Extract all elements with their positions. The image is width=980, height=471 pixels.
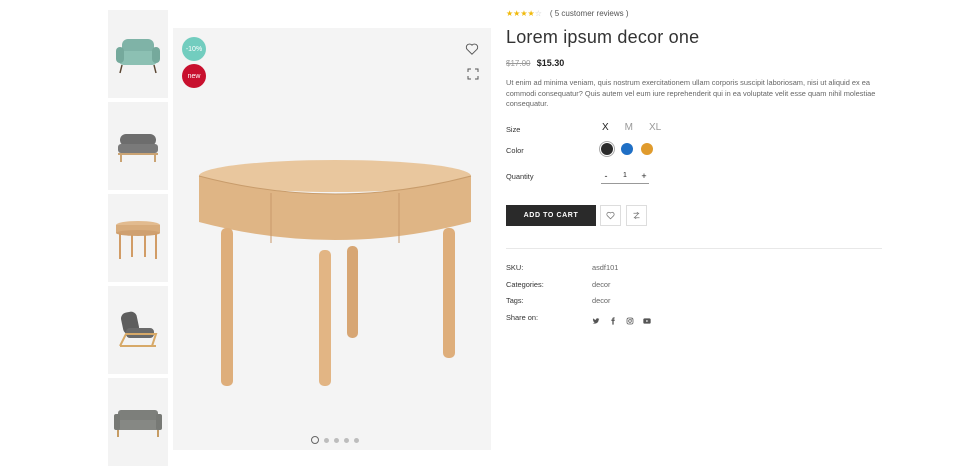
twitter-icon[interactable] — [592, 312, 600, 324]
sofa-image — [114, 410, 162, 437]
size-option-m[interactable]: M — [625, 122, 633, 133]
color-options — [601, 143, 653, 155]
thumbnail-lounge-chair[interactable] — [108, 286, 168, 374]
new-badge: new — [182, 64, 206, 88]
rating: ★★★★☆ ( 5 customer reviews ) — [506, 9, 629, 18]
rating-stars: ★★★★☆ — [506, 9, 542, 18]
color-swatch-orange[interactable] — [641, 143, 653, 155]
discount-badge: -10% — [182, 37, 206, 61]
color-label: Color — [506, 146, 524, 155]
youtube-icon[interactable] — [643, 312, 651, 324]
size-option-x[interactable]: X — [602, 122, 609, 133]
table-image — [116, 221, 160, 259]
compare-icon — [633, 211, 640, 220]
slider-dot[interactable] — [324, 437, 329, 443]
categories-label: Categories: — [506, 280, 544, 289]
quantity-decrease-button[interactable]: - — [601, 171, 611, 181]
product-title: Lorem ipsum decor one — [506, 27, 700, 47]
tag-link[interactable]: decor — [592, 296, 611, 305]
category-link[interactable]: decor — [592, 280, 611, 289]
product-main-image: -10% new — [173, 28, 491, 450]
slider-dot[interactable] — [344, 437, 349, 443]
thumbnail-armchair[interactable] — [108, 10, 168, 98]
add-to-wishlist-button[interactable] — [600, 205, 621, 226]
bench-image — [118, 134, 158, 162]
heart-icon — [606, 211, 615, 220]
sku-label: SKU: — [506, 263, 524, 272]
thumbnail-sofa[interactable] — [108, 378, 168, 466]
color-swatch-black[interactable] — [601, 143, 613, 155]
instagram-icon[interactable] — [626, 312, 634, 325]
thumbnail-bench[interactable] — [108, 102, 168, 190]
slider-dot[interactable] — [354, 437, 359, 443]
quantity-increase-button[interactable]: + — [639, 171, 649, 181]
facebook-icon[interactable] — [609, 312, 617, 325]
old-price: $17.00 — [506, 59, 531, 68]
reviews-link[interactable]: ( 5 customer reviews ) — [550, 9, 629, 18]
current-price: $15.30 — [536, 58, 565, 68]
sku-value: asdf101 — [592, 263, 619, 272]
share-icons — [592, 312, 651, 325]
price: $17.00 $15.30 — [506, 58, 564, 68]
tags-label: Tags: — [506, 296, 524, 305]
round-table-image — [198, 160, 472, 386]
quantity-value[interactable]: 1 — [623, 172, 627, 179]
size-option-xl[interactable]: XL — [649, 122, 661, 133]
heart-icon[interactable] — [465, 42, 479, 56]
lounge-chair-image — [119, 311, 158, 347]
size-options: X M XL — [602, 122, 661, 133]
armchair-image — [116, 39, 160, 74]
product-description: Ut enim ad minima veniam, quis nostrum e… — [506, 78, 876, 109]
thumbnail-list — [108, 10, 168, 470]
size-label: Size — [506, 125, 521, 134]
thumbnail-table[interactable] — [108, 194, 168, 282]
compare-button[interactable] — [626, 205, 647, 226]
slider-dot[interactable] — [334, 437, 339, 443]
share-label: Share on: — [506, 313, 539, 322]
slider-dot[interactable] — [311, 436, 319, 444]
fullscreen-icon[interactable] — [467, 68, 479, 80]
slider-dots — [311, 436, 359, 444]
quantity-label: Quantity — [506, 172, 534, 181]
add-to-cart-button[interactable]: ADD TO CART — [506, 205, 596, 226]
quantity-stepper: - 1 + — [601, 168, 649, 184]
color-swatch-blue[interactable] — [621, 143, 633, 155]
divider — [506, 248, 882, 249]
